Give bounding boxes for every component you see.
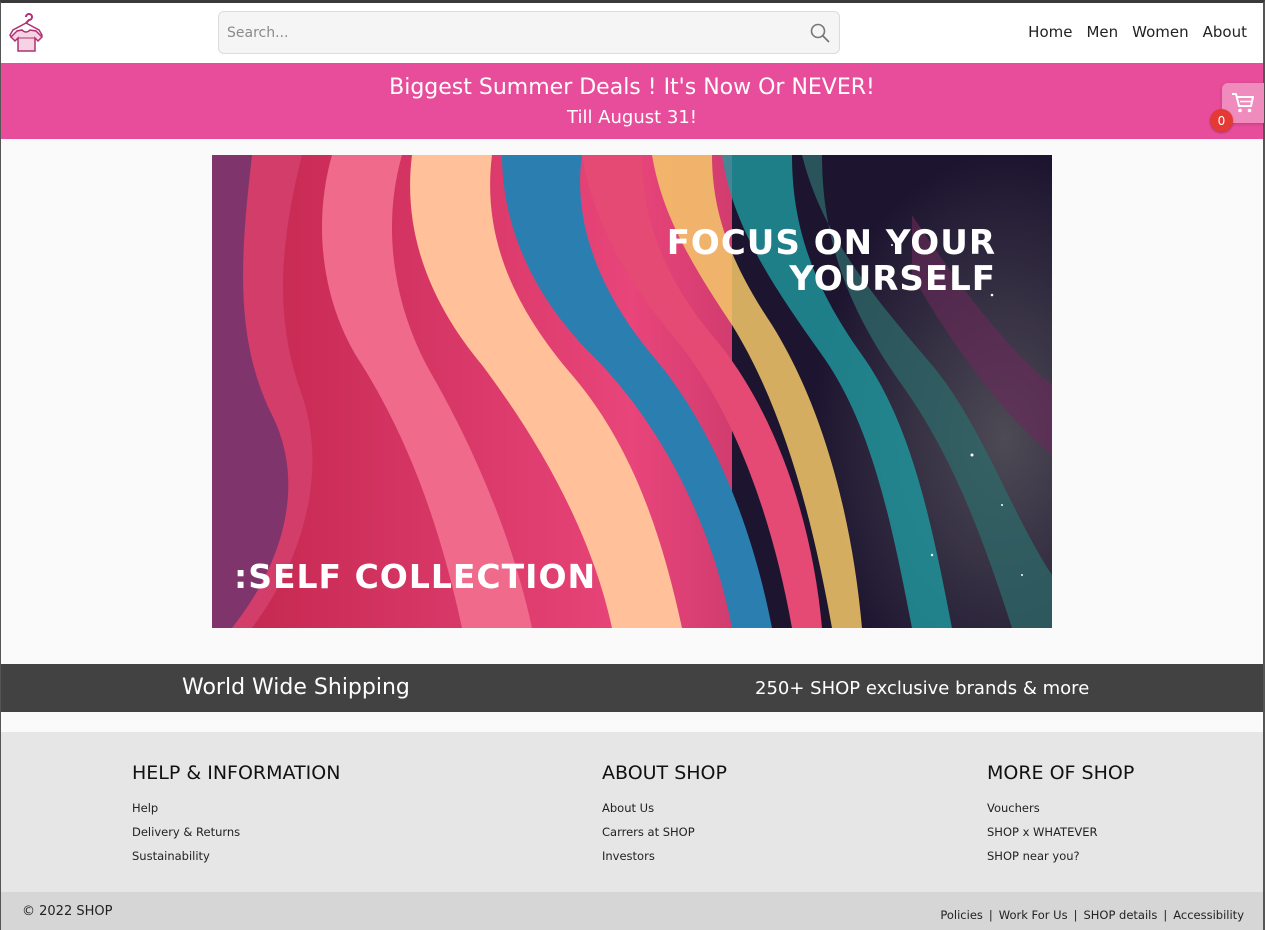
feature-shipping: World Wide Shipping: [182, 675, 410, 700]
nav-men-link[interactable]: Men: [1086, 23, 1118, 41]
footer-link-vouchers[interactable]: Vouchers: [987, 796, 1134, 820]
shop-details-link[interactable]: SHOP details: [1083, 908, 1157, 922]
search-input[interactable]: [227, 22, 797, 44]
footer-column-title: ABOUT SHOP: [602, 762, 727, 784]
bottom-bar: © 2022 SHOP Policies | Work For Us | SHO…: [1, 892, 1263, 930]
cart-count-badge: 0: [1210, 109, 1233, 132]
nav-about-link[interactable]: About: [1203, 23, 1247, 41]
copyright: © 2022 SHOP: [22, 904, 113, 919]
work-for-us-link[interactable]: Work For Us: [999, 908, 1068, 922]
accessibility-link[interactable]: Accessibility: [1173, 908, 1244, 922]
footer-link-sustainability[interactable]: Sustainability: [132, 844, 340, 868]
hero-headline: FOCUS ON YOUR YOURSELF: [536, 225, 996, 297]
search-bar: [218, 11, 840, 54]
footer-column-more: MORE OF SHOP Vouchers SHOP x WHATEVER SH…: [987, 762, 1134, 868]
policies-link[interactable]: Policies: [940, 908, 983, 922]
feature-brands: 250+ SHOP exclusive brands & more: [755, 678, 1090, 699]
footer-link-help[interactable]: Help: [132, 796, 340, 820]
footer-column-about: ABOUT SHOP About Us Carrers at SHOP Inve…: [602, 762, 727, 868]
footer-link-shop-near-you[interactable]: SHOP near you?: [987, 844, 1134, 868]
promo-subtitle: Till August 31!: [567, 107, 697, 128]
hero-collection-title: :SELF COLLECTION: [234, 557, 597, 596]
footer-column-title: MORE OF SHOP: [987, 762, 1135, 784]
footer-link-careers[interactable]: Carrers at SHOP: [602, 820, 727, 844]
shop-logo-icon[interactable]: [9, 11, 44, 53]
promo-title: Biggest Summer Deals ! It's Now Or NEVER…: [389, 75, 875, 100]
hero-banner[interactable]: FOCUS ON YOUR YOURSELF :SELF COLLECTION: [212, 155, 1052, 628]
footer-link-about-us[interactable]: About Us: [602, 796, 727, 820]
footer: HELP & INFORMATION Help Delivery & Retur…: [1, 732, 1263, 892]
separator: |: [988, 908, 993, 922]
hero-headline-line1: FOCUS ON YOUR: [666, 223, 996, 263]
main-nav: Home Men Women About: [1028, 23, 1247, 41]
separator: |: [1073, 908, 1078, 922]
hero-headline-line2: YOURSELF: [789, 259, 996, 299]
separator: |: [1163, 908, 1168, 922]
features-strip: World Wide Shipping 250+ SHOP exclusive …: [1, 664, 1263, 712]
footer-link-delivery-returns[interactable]: Delivery & Returns: [132, 820, 340, 844]
nav-women-link[interactable]: Women: [1132, 23, 1188, 41]
footer-link-investors[interactable]: Investors: [602, 844, 727, 868]
navbar: Home Men Women About: [1, 3, 1263, 63]
footer-column-title: HELP & INFORMATION: [132, 762, 341, 784]
footer-link-shop-x-whatever[interactable]: SHOP x WHATEVER: [987, 820, 1134, 844]
legal-links: Policies | Work For Us | SHOP details | …: [940, 908, 1244, 922]
search-icon[interactable]: [809, 22, 831, 44]
footer-column-help: HELP & INFORMATION Help Delivery & Retur…: [132, 762, 340, 868]
promo-banner: Biggest Summer Deals ! It's Now Or NEVER…: [1, 63, 1263, 139]
nav-home-link[interactable]: Home: [1028, 23, 1072, 41]
